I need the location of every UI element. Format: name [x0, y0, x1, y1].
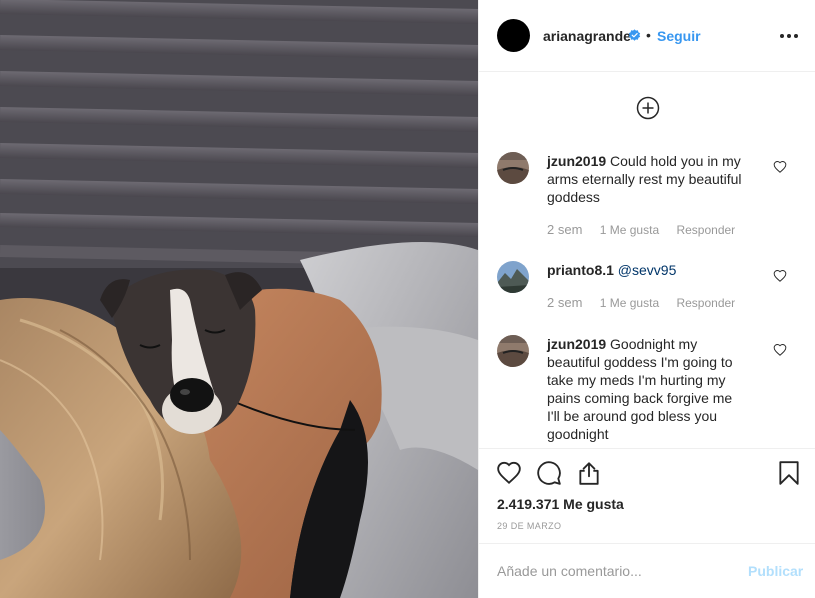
comment-meta: 2 sem 1 Me gusta Responder	[547, 222, 749, 237]
comment-text: prianto8.1 @sevv95	[547, 261, 747, 279]
comment-likes[interactable]: 1 Me gusta	[600, 296, 659, 310]
author-username[interactable]: arianagrande	[543, 28, 631, 44]
heart-icon[interactable]	[773, 343, 787, 357]
comment-time[interactable]: 2 sem	[547, 222, 582, 237]
likes-count[interactable]: 2.419.371 Me gusta	[497, 496, 624, 512]
header-separator: •	[646, 27, 651, 43]
verified-badge-icon	[628, 29, 641, 41]
comments-list[interactable]: jzun2019 Could hold you in my arms etern…	[479, 73, 815, 448]
post-actions: 2.419.371 Me gusta 29 DE MARZO	[479, 448, 815, 543]
bookmark-icon[interactable]	[776, 460, 802, 486]
commenter-avatar[interactable]	[497, 152, 529, 184]
comment-username[interactable]: jzun2019	[547, 153, 606, 169]
add-comment-bar: Publicar	[479, 543, 815, 598]
reply-button[interactable]: Responder	[676, 296, 735, 310]
post-photo[interactable]	[0, 0, 478, 598]
comment-username[interactable]: prianto8.1	[547, 262, 614, 278]
post-image	[0, 0, 478, 598]
publish-button[interactable]: Publicar	[748, 563, 803, 579]
comment-icon[interactable]	[536, 460, 562, 486]
comment-mention[interactable]: @sevv95	[618, 262, 677, 278]
heart-icon[interactable]	[773, 160, 787, 174]
comment-likes[interactable]: 1 Me gusta	[600, 223, 659, 237]
commenter-avatar[interactable]	[497, 261, 529, 293]
follow-button[interactable]: Seguir	[657, 28, 701, 44]
more-dots-icon[interactable]	[777, 26, 801, 46]
post-details-panel: arianagrande • Seguir jzun2019 Could hol…	[478, 0, 815, 598]
plus-circle-icon[interactable]	[636, 96, 660, 120]
comment-text: jzun2019 Goodnight my beautiful goddess …	[547, 335, 747, 443]
post-header: arianagrande • Seguir	[479, 0, 815, 72]
comment-time[interactable]: 2 sem	[547, 295, 582, 310]
heart-icon[interactable]	[496, 460, 522, 486]
heart-icon[interactable]	[773, 269, 787, 283]
author-avatar[interactable]	[497, 19, 530, 52]
comment-username[interactable]: jzun2019	[547, 336, 606, 352]
comment-input[interactable]	[497, 558, 737, 584]
commenter-avatar[interactable]	[497, 335, 529, 367]
share-icon[interactable]	[576, 460, 602, 486]
reply-button[interactable]: Responder	[676, 223, 735, 237]
post-date[interactable]: 29 DE MARZO	[497, 521, 561, 531]
comment-meta: 2 sem 1 Me gusta Responder	[547, 295, 749, 310]
comment-text: jzun2019 Could hold you in my arms etern…	[547, 152, 747, 206]
